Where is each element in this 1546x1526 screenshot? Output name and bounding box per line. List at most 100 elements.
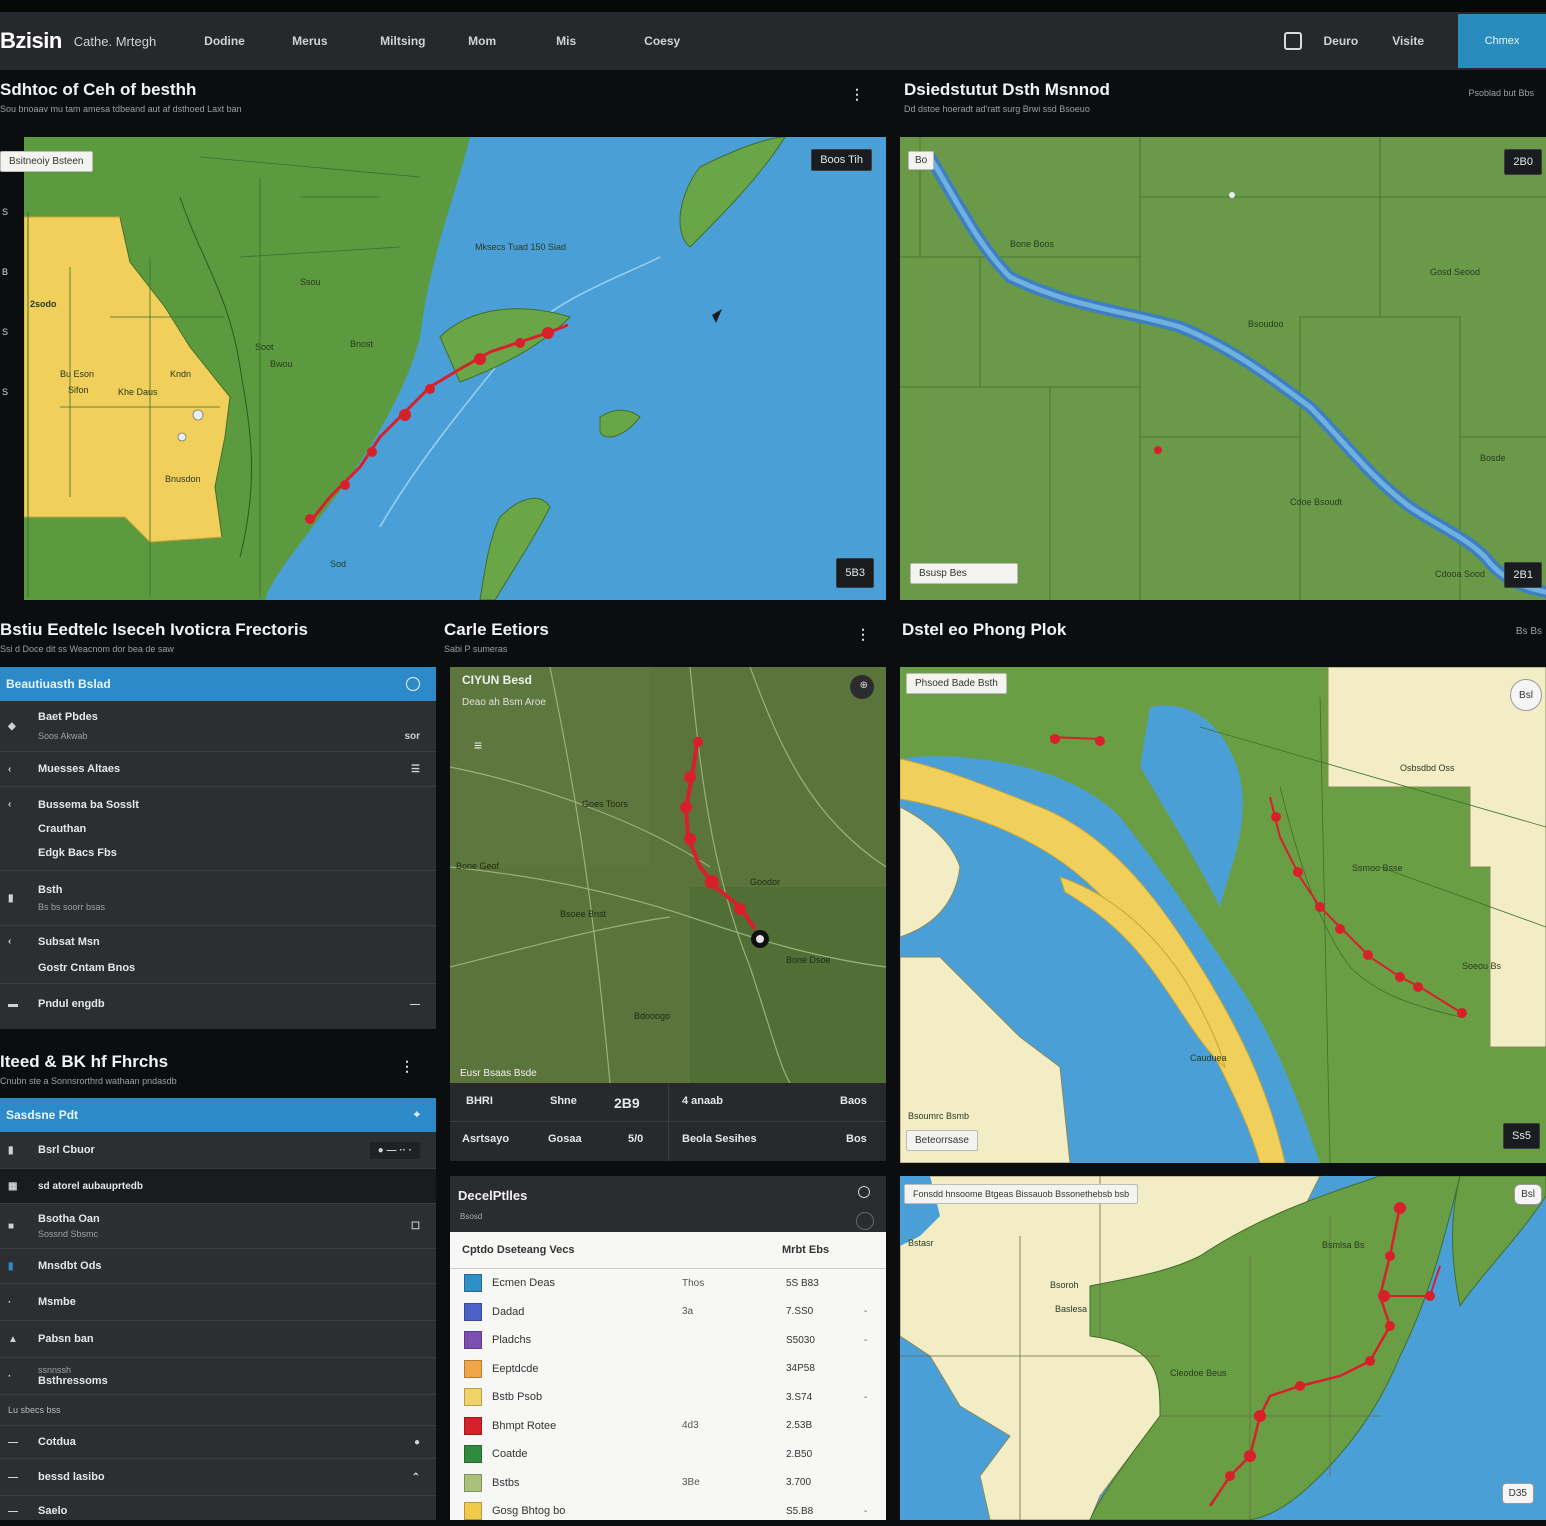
panel2-map[interactable]: Bo 2B0 Bsusp Bes 2B1 Bone Boos Bsoudoo C…	[900, 137, 1546, 600]
rail-label-4[interactable]: S	[2, 387, 24, 397]
nav-item-5[interactable]: Mis	[556, 34, 644, 48]
list-item-tail[interactable]: —	[410, 999, 420, 1010]
nav-item-1[interactable]: Dodine	[204, 34, 292, 48]
panel6-round-badge[interactable]: Bsl	[1510, 679, 1542, 711]
legend-label: Bhmpt Rotee	[492, 1419, 557, 1432]
collapse-icon[interactable]	[856, 1212, 874, 1230]
document-icon[interactable]	[1283, 32, 1302, 50]
panel6-bottom-chip[interactable]: Beteorrsase	[906, 1130, 978, 1151]
panel1-bottom-badge[interactable]: 5B3	[836, 558, 874, 588]
map-label: Bu Eson	[60, 369, 95, 379]
panel1-map[interactable]: S B S S Bsitneoiy Bsteen Boos Tih 5B3 2s…	[0, 137, 886, 600]
panel2-top-chip[interactable]: Bo	[908, 151, 935, 170]
rail-label-3[interactable]: S	[2, 327, 24, 337]
nav-item-2[interactable]: Merus	[292, 34, 380, 48]
column-header[interactable]: Mrbt Ebs	[782, 1244, 829, 1256]
brand-logo-text[interactable]: Bzisin	[0, 28, 62, 54]
map-label: Bosde	[1480, 453, 1506, 463]
legend-col3: 34P58	[786, 1363, 815, 1375]
legend-row[interactable]: Bstb Psob 3.S74 -	[450, 1383, 886, 1412]
stat-cell: Bos	[846, 1133, 867, 1145]
panel5-menu-icon[interactable]: ⋮	[856, 626, 870, 643]
top-action-2[interactable]: Visite	[1392, 34, 1424, 48]
list-item[interactable]: ▮ Bsth Bs bs soorr bsas	[0, 871, 436, 926]
primary-cta-button[interactable]: Chmex	[1458, 14, 1546, 68]
panel6-top-chip[interactable]: Phsoed Bade Bsth	[906, 673, 1007, 694]
list-item-group[interactable]: ‹ Bussema ba Sosslt Crauthan Edgk Bacs F…	[0, 787, 436, 871]
list-item[interactable]: ‹ Muesses Altaes ☰	[0, 752, 436, 787]
panel4-menu-icon[interactable]: ⋮	[400, 1058, 414, 1075]
legend-swatch	[464, 1302, 482, 1321]
legend-row[interactable]: Coatde 2.B50	[450, 1440, 886, 1469]
bar-icon: ▮	[8, 892, 14, 904]
list-item[interactable]: ▲ Pabsn ban	[0, 1321, 436, 1358]
panel1-subtitle: Sou bnoaav mu tam amesa tdbeand aut af d…	[0, 104, 242, 114]
legend-row[interactable]: Ecmen Deas Thos 5S B83	[450, 1269, 886, 1298]
stat-cell: 4 anaab	[682, 1095, 723, 1107]
menu-icon[interactable]: ≡	[474, 737, 482, 753]
toggle-icon[interactable]: ●	[414, 1437, 420, 1448]
list-item[interactable]: — Cotdua ●	[0, 1426, 436, 1459]
stat-value: 5/0	[628, 1133, 644, 1145]
filter-row[interactable]: ▦ sd atorel aubauprtedb	[0, 1169, 436, 1204]
list-item-tail[interactable]: ☰	[411, 764, 420, 775]
map-label: Bsoumrc Bsmb	[908, 1111, 970, 1121]
panel6-map[interactable]: Phsoed Bade Bsth Bsl Beteorrsase Ss5 Osb…	[900, 667, 1546, 1163]
radio-icon[interactable]	[406, 677, 420, 691]
legend-row[interactable]: Gosg Bhtog bo S5.B8 -	[450, 1497, 886, 1526]
panel1-menu-icon[interactable]: ⋮	[850, 86, 864, 103]
panel3-list-header[interactable]: Beautiuasth Bslad	[0, 667, 436, 701]
list-item-group[interactable]: ‹ Subsat Msn Gostr Cntam Bnos	[0, 926, 436, 984]
list-item[interactable]: ■ Bsotha Oan Sossnd Sbsmc ☐	[0, 1204, 436, 1249]
map-label: Baslesa	[1055, 1304, 1088, 1314]
rail-label-1[interactable]: S	[2, 207, 24, 217]
list-item-tail[interactable]: sor	[404, 731, 420, 742]
nav-item-3[interactable]: Miltsing	[380, 34, 468, 48]
list-item[interactable]: — bessd lasibo ⌃	[0, 1459, 436, 1496]
nav-item-6[interactable]: Coesy	[644, 34, 732, 48]
rail-label-2[interactable]: B	[2, 267, 24, 277]
panel6-bottom-badge[interactable]: Ss5	[1503, 1123, 1540, 1149]
chevron-up-icon[interactable]: ⌃	[412, 1472, 420, 1483]
chevron-left-icon: ‹	[8, 799, 12, 810]
legend-row[interactable]: Eeptdcde 34P58	[450, 1355, 886, 1384]
panel8-top-badge[interactable]: Bsl	[1514, 1184, 1542, 1205]
list-item[interactable]: ▬ Pndul engdb —	[0, 984, 436, 1024]
panel2-top-badge[interactable]: 2B0	[1504, 149, 1542, 175]
legend-label: Dadad	[492, 1305, 525, 1318]
panel8-top-chip[interactable]: Fonsdd hnsoome Btgeas Bissauob Bssonethe…	[904, 1184, 1139, 1204]
legend-row[interactable]: Bstbs 3Be 3.700	[450, 1469, 886, 1498]
column-header[interactable]: Cptdo Dseteang Vecs	[462, 1244, 574, 1256]
panel8-bottom-badge[interactable]: D35	[1501, 1483, 1534, 1504]
panel1-top-badge[interactable]: Boos Tih	[811, 149, 872, 171]
legend-col2: 4d3	[682, 1420, 699, 1432]
radio-icon[interactable]	[858, 1186, 870, 1198]
nav-item-4[interactable]: Mom	[468, 34, 556, 48]
legend-col4: -	[864, 1505, 868, 1517]
checkbox-icon[interactable]: ☐	[411, 1221, 420, 1232]
list-item[interactable]: — Saelo	[0, 1496, 436, 1526]
panel4-list-header[interactable]: Sasdsne Pdt ⌖	[0, 1098, 436, 1132]
legend-col4: -	[864, 1306, 868, 1318]
panel2-bottom-badge[interactable]: 2B1	[1504, 562, 1542, 588]
locate-icon[interactable]: ⊕	[860, 680, 868, 691]
legend-row[interactable]: Bhmpt Rotee 4d3 2.53B	[450, 1412, 886, 1441]
list-item[interactable]: · Msmbe	[0, 1284, 436, 1321]
list-item[interactable]: · ssnnssh Bsthressoms	[0, 1358, 436, 1395]
list-item[interactable]: ▮ Mnsdbt Ods	[0, 1249, 436, 1284]
search-input[interactable]: ● — ·· ·	[369, 1141, 420, 1159]
list-item[interactable]: ◆ Baet Pbdes Soos Akwab sor	[0, 701, 436, 752]
panel5-map[interactable]: CIYUN Besd Deao ah Bsm Aroe ≡ ⊕ Eusr Bsa…	[450, 667, 886, 1083]
panel8-map[interactable]: Fonsdd hnsoome Btgeas Bissauob Bssonethe…	[900, 1176, 1546, 1520]
pin-icon[interactable]: ⌖	[414, 1109, 420, 1122]
top-action-1[interactable]: Deuro	[1324, 34, 1359, 48]
search-row[interactable]: ▮ Bsrl Cbuor ● — ·· ·	[0, 1132, 436, 1169]
legend-swatch	[464, 1331, 482, 1350]
panel1-layer-chip[interactable]: Bsitneoiy Bsteen	[0, 151, 93, 172]
legend-row[interactable]: Pladchs S5030 -	[450, 1326, 886, 1355]
panel5-header: Carle Eetiors Sabi P sumeras ⋮	[444, 620, 886, 666]
map-label: Mksecs Tuad 150 Siad	[475, 242, 567, 252]
panel2-bottom-chip[interactable]: Bsusp Bes	[910, 563, 1018, 584]
legend-label: Pladchs	[492, 1334, 532, 1347]
legend-row[interactable]: Dadad 3a 7.SS0 -	[450, 1298, 886, 1327]
